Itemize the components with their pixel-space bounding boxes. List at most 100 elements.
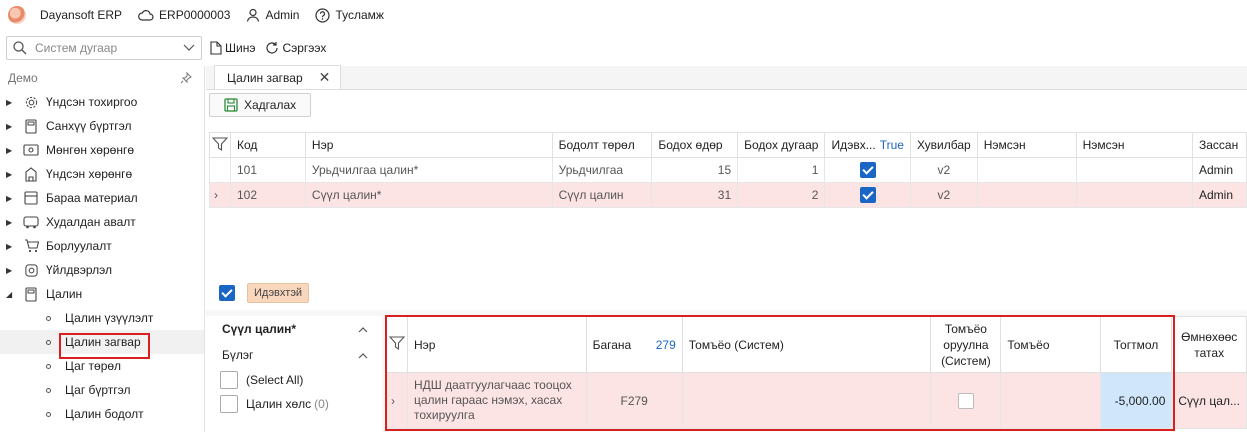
column-header-calc-number[interactable]: Бодох дугаар (737, 132, 826, 158)
sidebar-subitem-salary-calculation[interactable]: Цалин бодолт (0, 402, 204, 426)
column-header-formula-editable[interactable]: Томъёо оруулна (Систем) (930, 316, 1002, 373)
cell-constant[interactable]: -5,000.00 (1099, 372, 1173, 429)
cell-code[interactable]: 101 (230, 157, 306, 183)
help-link[interactable]: Тусламж (315, 7, 384, 23)
sidebar-item-basic-settings[interactable]: ▶ Үндсэн тохиргоо (0, 90, 204, 114)
cell-column[interactable]: F279 (585, 372, 683, 429)
cell-edited[interactable]: Admin (1192, 157, 1247, 183)
cell-formula-system[interactable] (681, 372, 932, 429)
company-selector[interactable]: ERP0000003 (138, 8, 230, 22)
cell-added-1[interactable] (976, 182, 1077, 208)
cell-active[interactable] (824, 182, 911, 208)
cell-active[interactable] (824, 157, 911, 183)
sidebar-subitem-salary-indicator[interactable]: Цалин үзүүлэлт (0, 306, 204, 330)
close-icon[interactable]: ✕ (319, 69, 331, 86)
cell-edited[interactable]: Admin (1192, 182, 1247, 208)
bullet-icon (46, 411, 51, 417)
column-header-added-2[interactable]: Нэмсэн (1075, 132, 1194, 158)
sidebar-subitem-salary-template[interactable]: Цалин загвар (0, 330, 204, 354)
cell-formula-editable[interactable] (930, 372, 1002, 429)
money-icon (22, 142, 40, 158)
cell-calc-type[interactable]: Сүүл цалин (551, 182, 653, 208)
cell-version[interactable]: v2 (909, 157, 978, 183)
filter-icon[interactable] (211, 136, 229, 151)
cell-added-2[interactable] (1075, 182, 1194, 208)
column-header-active[interactable]: Идэвх... True (824, 132, 911, 158)
save-button[interactable]: Хадгалах (209, 93, 312, 117)
expand-icon: ▶ (6, 121, 13, 131)
column-header-formula[interactable]: Томъёо (1000, 316, 1101, 373)
table-row[interactable]: 101 Урьдчилгаа цалин* Урьдчилгаа 15 1 v2… (209, 157, 1247, 183)
cell-code[interactable]: 102 (230, 182, 306, 208)
group-option-salary[interactable]: Цалин хөлс (0) (206, 392, 382, 416)
checkbox[interactable] (220, 371, 238, 389)
checkbox-checked[interactable] (859, 187, 876, 203)
filter-icon[interactable] (388, 336, 406, 351)
chevron-down-icon[interactable] (183, 44, 195, 52)
column-header-constant[interactable]: Тогтмол (1099, 316, 1173, 373)
cloud-icon (138, 10, 154, 21)
column-header-calc-day[interactable]: Бодох өдөр (651, 132, 739, 158)
detail-filter-group-row[interactable]: Бүлэг (206, 342, 382, 368)
sidebar-item-sales[interactable]: ▶ Борлуулалт (0, 234, 204, 258)
column-header-calc-type[interactable]: Бодолт төрөл (551, 132, 653, 158)
refresh-button[interactable]: Сэргээх (265, 41, 326, 55)
table-row-selected[interactable]: › НДШ даатгуулагчаас тооцох цалин гараас… (386, 372, 1247, 429)
sidebar-subitem-time-type[interactable]: Цаг төрөл (0, 354, 204, 378)
column-header-name[interactable]: Нэр (407, 316, 587, 373)
sidebar-item-inventory[interactable]: ▶ Бараа материал (0, 186, 204, 210)
cell-version[interactable]: v2 (909, 182, 978, 208)
sidebar-item-cash[interactable]: ▶ Мөнгөн хөрөнгө (0, 138, 204, 162)
column-count-badge: 279 (655, 337, 676, 352)
cell-calc-day[interactable]: 15 (651, 157, 739, 183)
cell-calc-day[interactable]: 31 (651, 182, 739, 208)
checkbox-unchecked[interactable] (957, 392, 974, 409)
select-all-option[interactable]: (Select All) (206, 368, 382, 392)
chevron-up-icon[interactable] (358, 326, 368, 333)
cell-formula[interactable] (1000, 372, 1101, 429)
new-button[interactable]: Шинэ (210, 41, 255, 55)
tab-salary-template[interactable]: Цалин загвар ✕ (214, 65, 342, 89)
cell-previous[interactable]: Сүүл цал... (1171, 372, 1247, 429)
filter-column-header[interactable] (209, 132, 231, 158)
chevron-up-icon[interactable] (358, 352, 368, 359)
cell-calc-type[interactable]: Урьдчилгаа (551, 157, 653, 183)
user-menu[interactable]: Admin (246, 8, 299, 22)
sidebar-item-finance[interactable]: ▶ Санхүү бүртгэл (0, 114, 204, 138)
cell-added-2[interactable] (1075, 157, 1194, 183)
checkbox-checked[interactable] (859, 162, 876, 178)
sidebar-subitem-time-record[interactable]: Цаг бүртгэл (0, 378, 204, 402)
app-logo-icon (8, 6, 26, 24)
cell-name[interactable]: Сүүл цалин* (304, 182, 553, 208)
sidebar-item-production[interactable]: ▶ Үйлдвэрлэл (0, 258, 204, 282)
cell-name[interactable]: НДШ даатгуулагчаас тооцох цалин гараас н… (407, 372, 587, 429)
app-name[interactable]: Dayansoft ERP (40, 8, 122, 22)
new-document-icon (210, 41, 222, 55)
sidebar-item-salary[interactable]: ◢ Цалин (0, 282, 204, 306)
sidebar-item-fixed-assets[interactable]: ▶ Үндсэн хөрөнгө (0, 162, 204, 186)
cell-calc-number[interactable]: 2 (737, 182, 826, 208)
column-header-previous[interactable]: Өмнөхөөс татах (1171, 316, 1247, 373)
filter-column-header[interactable] (386, 316, 408, 373)
system-number-search[interactable]: Систем дугаар (6, 36, 202, 60)
column-header-name[interactable]: Нэр (304, 132, 553, 158)
calculator-icon (22, 118, 40, 134)
detail-filter-title-row[interactable]: Сүүл цалин* (206, 316, 382, 342)
column-header-version[interactable]: Хувилбар (909, 132, 978, 158)
cell-added-1[interactable] (976, 157, 1077, 183)
cell-name[interactable]: Урьдчилгаа цалин* (304, 157, 553, 183)
column-header-formula-system[interactable]: Томъёо (Систем) (681, 316, 932, 373)
filter-enable-checkbox[interactable] (219, 285, 235, 301)
pin-icon[interactable] (180, 72, 192, 84)
active-filter-tag[interactable]: Идэвхтэй (247, 283, 310, 303)
checkbox[interactable] (220, 395, 238, 413)
column-header-added-1[interactable]: Нэмсэн (976, 132, 1077, 158)
box-icon (22, 190, 40, 206)
expand-icon: ▶ (6, 193, 13, 203)
column-header-edited[interactable]: Зассан (1192, 132, 1247, 158)
sidebar-item-purchasing[interactable]: ▶ Худалдан авалт (0, 210, 204, 234)
table-row-selected[interactable]: › 102 Сүүл цалин* Сүүл цалин 31 2 v2 Adm… (209, 182, 1247, 208)
cell-calc-number[interactable]: 1 (737, 157, 826, 183)
column-header-column[interactable]: Багана 279 (585, 316, 683, 373)
column-header-code[interactable]: Код (230, 132, 306, 158)
